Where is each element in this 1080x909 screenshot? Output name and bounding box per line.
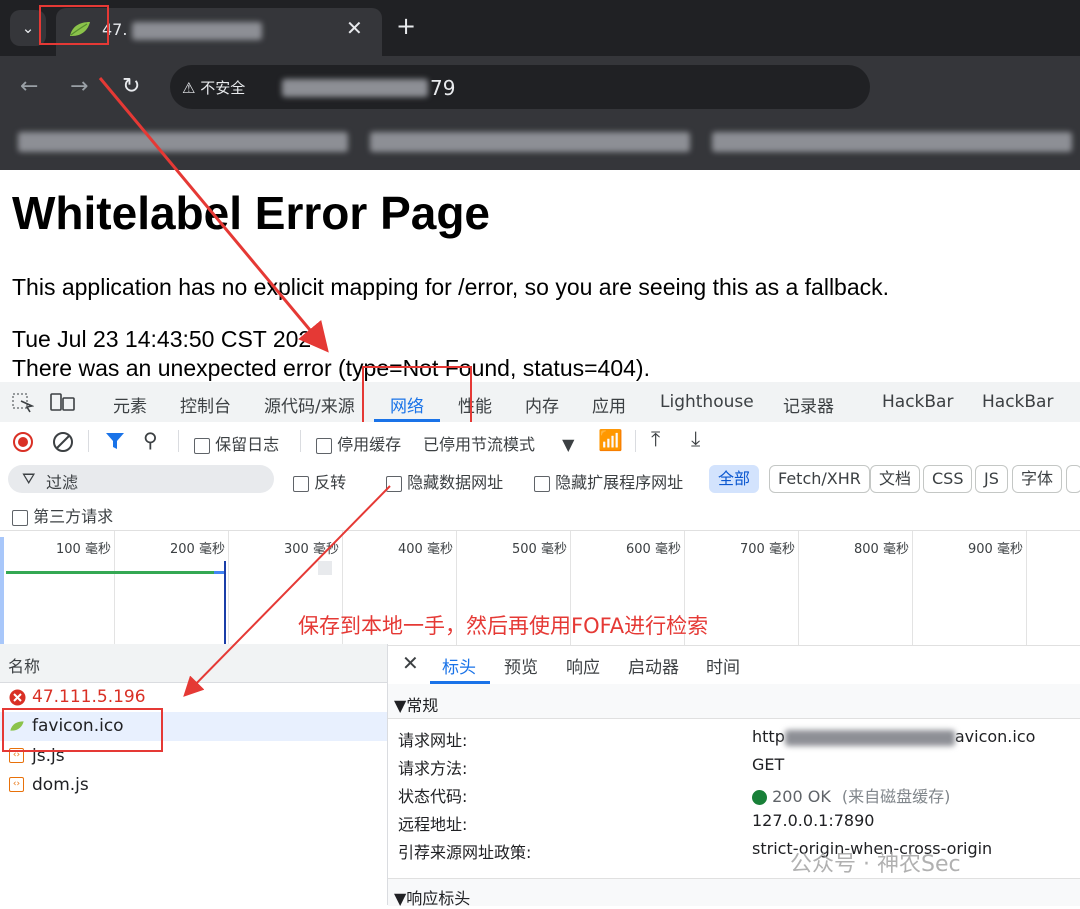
annotation-arrows: [39, 5, 391, 697]
annotation-arrow: [98, 77, 329, 353]
annotation-arrow: [183, 485, 391, 697]
annotation-box-tab-icon: [39, 5, 109, 45]
watermark: 公众号 · 神农Sec: [790, 852, 961, 877]
